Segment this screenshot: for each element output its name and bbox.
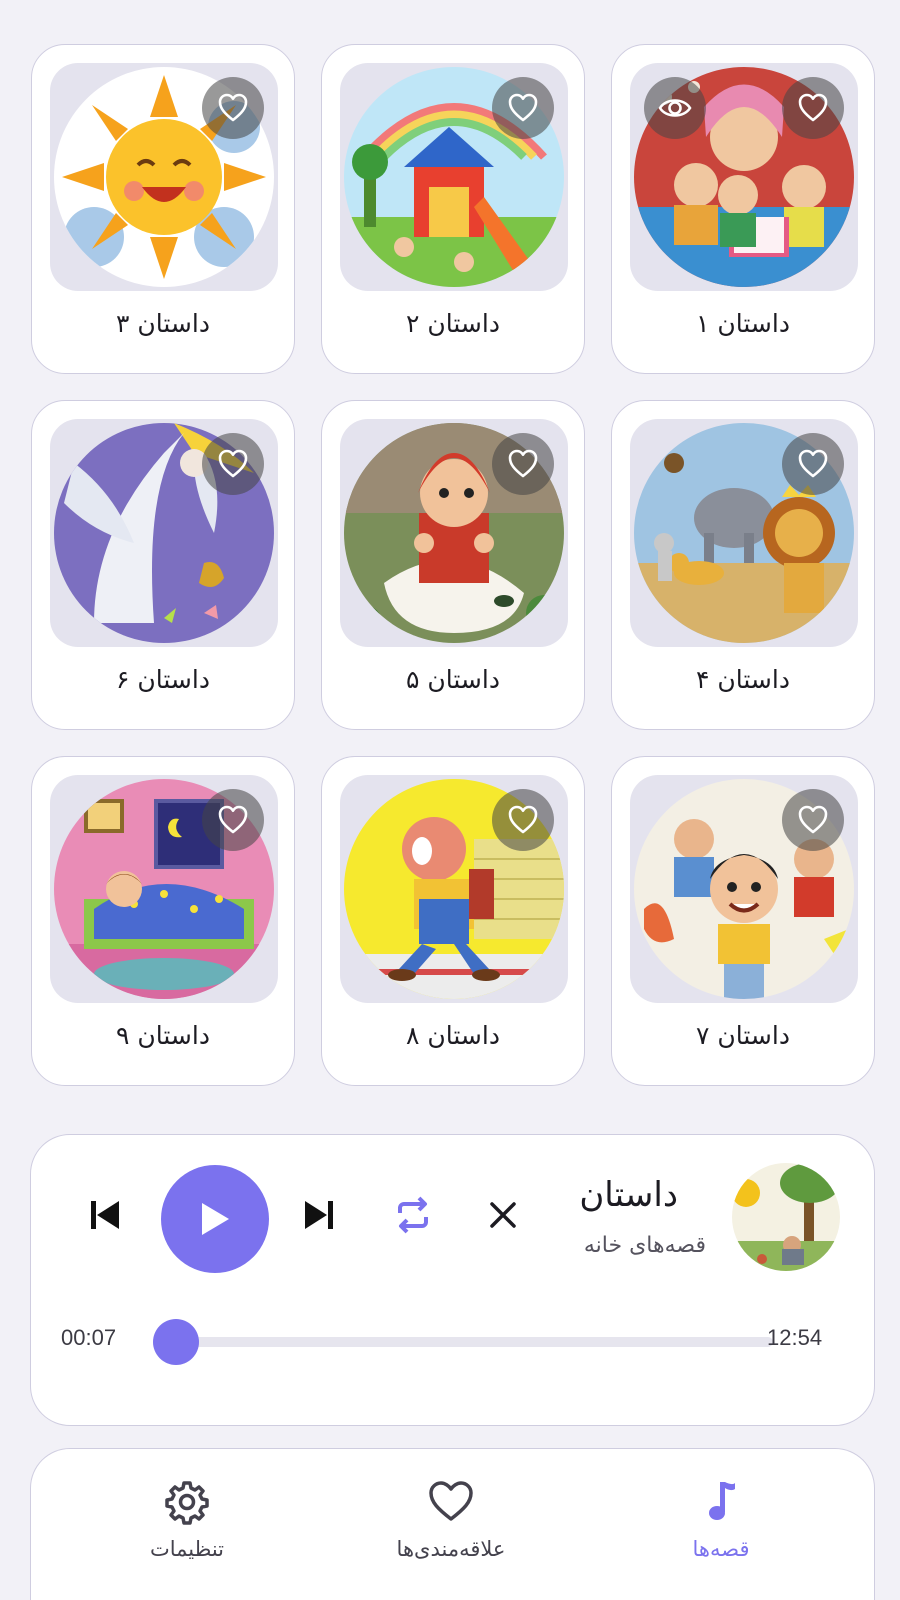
favorite-button[interactable] xyxy=(492,77,554,139)
heart-icon xyxy=(508,805,538,834)
favorite-button[interactable] xyxy=(782,789,844,851)
nav-favorites[interactable]: علاقه‌مندی‌ها xyxy=(351,1479,551,1561)
story-thumbnail xyxy=(630,775,858,1003)
heart-icon xyxy=(429,1481,473,1521)
favorite-button[interactable] xyxy=(202,433,264,495)
favorite-button[interactable] xyxy=(202,789,264,851)
story-thumbnail xyxy=(340,63,568,291)
story-card[interactable]: داستان ۸ xyxy=(321,756,585,1086)
story-thumbnail xyxy=(630,419,858,647)
nav-favorites-label: علاقه‌مندی‌ها xyxy=(396,1537,506,1561)
heart-icon xyxy=(218,805,248,834)
nav-settings-label: تنظیمات xyxy=(149,1537,225,1561)
close-button[interactable] xyxy=(479,1191,527,1239)
heart-icon xyxy=(798,805,828,834)
elapsed-time: 00:07 xyxy=(61,1325,117,1350)
favorite-button[interactable] xyxy=(492,789,554,851)
close-icon xyxy=(490,1202,516,1228)
progress-knob[interactable] xyxy=(153,1319,200,1365)
play-icon xyxy=(202,1203,229,1235)
story-card[interactable]: داستان ۲ xyxy=(321,44,585,374)
story-card[interactable]: داستان ۴ xyxy=(611,400,875,730)
story-thumbnail xyxy=(340,775,568,1003)
favorite-button[interactable] xyxy=(782,433,844,495)
now-playing-artwork xyxy=(732,1163,840,1271)
music-note-icon xyxy=(709,1482,735,1520)
heart-icon xyxy=(218,449,248,478)
story-card[interactable]: داستان ۷ xyxy=(611,756,875,1086)
heart-icon xyxy=(798,449,828,478)
total-duration: 12:54 xyxy=(767,1325,823,1350)
nav-stories-label: قصه‌ها xyxy=(692,1537,750,1561)
eye-icon xyxy=(658,99,692,117)
story-card[interactable]: داستان ۹ xyxy=(31,756,295,1086)
story-title: داستان ۲ xyxy=(406,309,500,338)
nav-settings[interactable]: تنظیمات xyxy=(87,1479,287,1561)
story-card[interactable]: داستان ۵ xyxy=(321,400,585,730)
story-title: داستان ۸ xyxy=(406,1021,500,1050)
story-title: داستان ۴ xyxy=(696,665,790,694)
story-title: داستان ۱ xyxy=(696,309,790,338)
story-title: داستان ۹ xyxy=(116,1021,210,1050)
repeat-icon xyxy=(398,1196,428,1234)
story-title: داستان ۷ xyxy=(696,1021,790,1050)
story-thumbnail xyxy=(50,419,278,647)
skip-next-icon xyxy=(305,1201,333,1229)
next-button[interactable] xyxy=(293,1189,345,1241)
gear-icon xyxy=(165,1481,209,1525)
story-thumbnail xyxy=(630,63,858,291)
story-card[interactable]: داستان ۳ xyxy=(31,44,295,374)
play-button[interactable] xyxy=(161,1165,269,1273)
heart-icon xyxy=(798,93,828,122)
mini-player: داستان قصه‌های خانه 00:07 12:54 xyxy=(30,1134,875,1426)
skip-previous-icon xyxy=(91,1201,119,1229)
viewed-badge xyxy=(644,77,706,139)
previous-button[interactable] xyxy=(79,1189,131,1241)
heart-icon xyxy=(218,93,248,122)
story-thumbnail xyxy=(50,775,278,1003)
favorite-button[interactable] xyxy=(202,77,264,139)
nav-stories[interactable]: قصه‌ها xyxy=(621,1479,821,1561)
favorite-button[interactable] xyxy=(782,77,844,139)
story-thumbnail xyxy=(340,419,568,647)
story-title: داستان ۳ xyxy=(116,309,210,338)
story-card[interactable]: داستان ۱ xyxy=(611,44,875,374)
stories-grid: داستان ۱ داستان ۲ داستان ۳ داستان ۴ داستان ۵… xyxy=(30,44,875,1086)
favorite-button[interactable] xyxy=(492,433,554,495)
heart-icon xyxy=(508,449,538,478)
story-thumbnail xyxy=(50,63,278,291)
bottom-navigation: تنظیمات علاقه‌مندی‌ها قصه‌ها xyxy=(30,1448,875,1600)
repeat-button[interactable] xyxy=(385,1187,441,1243)
heart-icon xyxy=(508,93,538,122)
story-title: داستان ۵ xyxy=(406,665,500,694)
story-card[interactable]: داستان ۶ xyxy=(31,400,295,730)
story-title: داستان ۶ xyxy=(116,665,210,694)
progress-slider[interactable] xyxy=(171,1337,773,1347)
now-playing-title: داستان xyxy=(579,1175,678,1215)
now-playing-subtitle: قصه‌های خانه xyxy=(583,1233,706,1258)
